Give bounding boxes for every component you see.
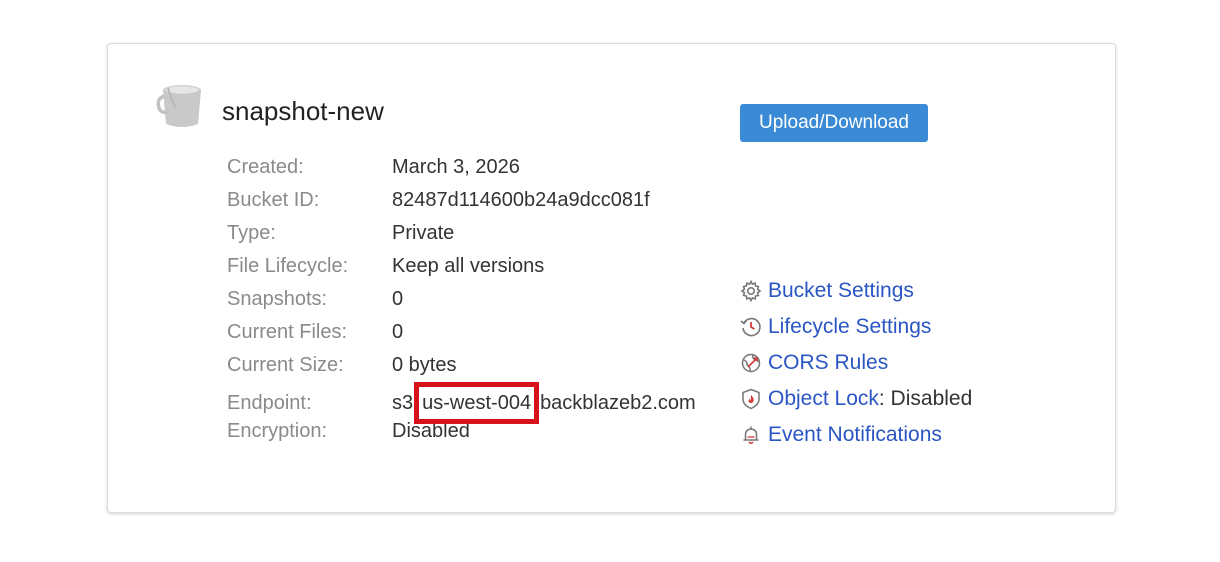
- detail-label: Created:: [227, 156, 304, 178]
- detail-row-created: Created: March 3, 2026: [227, 151, 696, 184]
- detail-label: File Lifecycle:: [227, 255, 349, 277]
- detail-value: Private: [392, 222, 455, 244]
- shield-flame-icon: [742, 388, 760, 410]
- lifecycle-settings-link[interactable]: Lifecycle Settings: [768, 309, 931, 345]
- event-notifications-link[interactable]: Event Notifications: [768, 417, 942, 453]
- detail-label: Current Files:: [227, 321, 348, 343]
- detail-row-endpoint: Endpoint: s3 us-west-004 backblazeb2.com: [227, 382, 696, 424]
- detail-value: March 3, 2026: [392, 156, 520, 178]
- detail-label: Current Size:: [227, 354, 344, 376]
- endpoint-value: s3 us-west-004 backblazeb2.com: [392, 382, 696, 424]
- bucket-settings-link-row: Bucket Settings: [739, 273, 972, 309]
- event-notifications-link-row: Event Notifications: [739, 417, 972, 453]
- endpoint-suffix: backblazeb2.com: [540, 392, 696, 414]
- detail-label: Type:: [227, 222, 276, 244]
- bucket-links: Bucket Settings Lifecycle Settings CORS …: [739, 273, 972, 453]
- object-lock-link-row: Object Lock: Disabled: [739, 381, 972, 417]
- detail-row-bucket-id: Bucket ID: 82487d114600b24a9dcc081f: [227, 184, 696, 217]
- bucket-name: snapshot-new: [222, 96, 384, 126]
- bucket-settings-link[interactable]: Bucket Settings: [768, 273, 914, 309]
- object-lock-status: : Disabled: [878, 387, 973, 410]
- detail-label: Bucket ID:: [227, 189, 320, 211]
- detail-row-snapshots: Snapshots: 0: [227, 283, 696, 316]
- cors-rules-link[interactable]: CORS Rules: [768, 345, 888, 381]
- bell-icon: [743, 426, 759, 445]
- detail-row-current-files: Current Files: 0: [227, 316, 696, 349]
- detail-label: Snapshots:: [227, 288, 328, 310]
- endpoint-region-highlight: us-west-004: [414, 382, 540, 424]
- lifecycle-settings-link-row: Lifecycle Settings: [739, 309, 972, 345]
- endpoint-prefix: s3: [392, 392, 414, 414]
- bucket-icon: [156, 85, 201, 127]
- upload-download-button[interactable]: Upload/Download: [740, 104, 928, 142]
- detail-row-current-size: Current Size: 0 bytes: [227, 349, 696, 382]
- detail-value: 0: [392, 321, 404, 343]
- cors-rules-link-row: CORS Rules: [739, 345, 972, 381]
- bucket-card: snapshot-new Created: March 3, 2026 Bucke…: [107, 43, 1116, 513]
- globe-arrows-icon: [741, 353, 761, 373]
- gear-icon: [740, 279, 762, 303]
- detail-value: 0: [392, 288, 404, 310]
- history-clock-icon: [740, 317, 761, 337]
- detail-label: Encryption:: [227, 420, 328, 442]
- bucket-details: Created: March 3, 2026 Bucket ID: 82487d11…: [227, 151, 696, 448]
- detail-row-file-lifecycle: File Lifecycle: Keep all versions: [227, 250, 696, 283]
- object-lock-link[interactable]: Object Lock: [768, 381, 879, 417]
- detail-value: Keep all versions: [392, 255, 545, 277]
- detail-row-type: Type: Private: [227, 217, 696, 250]
- detail-value: 0 bytes: [392, 354, 457, 376]
- detail-value: 82487d114600b24a9dcc081f: [392, 189, 650, 211]
